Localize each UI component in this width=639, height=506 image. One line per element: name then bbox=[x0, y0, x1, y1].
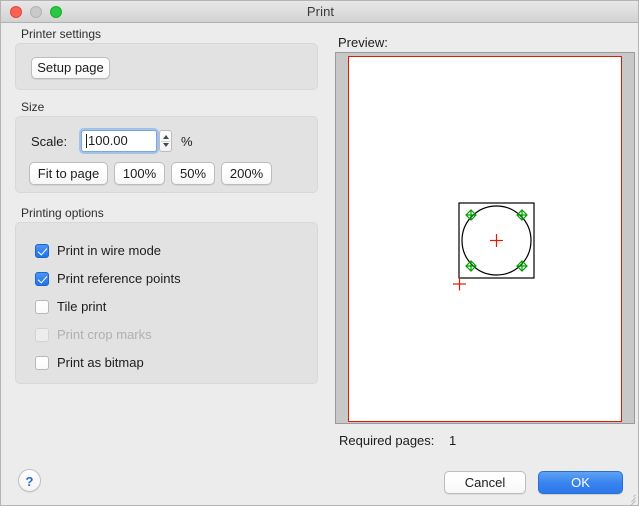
setup-page-button[interactable]: Setup page bbox=[31, 57, 110, 79]
checkbox-label: Print as bitmap bbox=[57, 355, 144, 370]
origin-crosshair-marker bbox=[453, 277, 466, 291]
reference-point-marker bbox=[465, 260, 477, 272]
window-title: Print bbox=[306, 4, 335, 19]
stepper-divider bbox=[161, 140, 170, 142]
reference-point-marker bbox=[465, 209, 477, 221]
checkbox-label: Print reference points bbox=[57, 271, 181, 286]
resize-grip[interactable] bbox=[624, 491, 636, 505]
checkbox-icon-unchecked[interactable] bbox=[35, 300, 49, 314]
printing-options-group-label: Printing options bbox=[21, 206, 104, 220]
required-pages-value: 1 bbox=[449, 433, 457, 448]
print-dialog-window: Print Printer settings Setup page Size S… bbox=[0, 0, 639, 506]
required-pages-label: Required pages: bbox=[339, 433, 435, 448]
checkbox-label: Tile print bbox=[57, 299, 107, 314]
scale-stepper[interactable] bbox=[159, 130, 172, 152]
printer-settings-group-label: Printer settings bbox=[21, 27, 102, 41]
preview-panel[interactable] bbox=[335, 52, 635, 424]
percent-label: % bbox=[181, 134, 193, 149]
scale-label: Scale: bbox=[31, 134, 68, 149]
center-crosshair-marker bbox=[490, 234, 503, 247]
checkbox-icon-unchecked-disabled bbox=[35, 328, 49, 342]
checkbox-label: Print in wire mode bbox=[57, 243, 162, 258]
checkbox-icon-unchecked[interactable] bbox=[35, 356, 49, 370]
stepper-down-icon[interactable] bbox=[162, 143, 169, 147]
preview-page bbox=[348, 56, 622, 422]
help-button[interactable]: ? bbox=[18, 469, 41, 492]
reference-point-marker bbox=[516, 260, 528, 272]
reference-point-marker bbox=[516, 209, 528, 221]
text-caret bbox=[86, 134, 87, 148]
preview-drawing bbox=[453, 202, 535, 291]
scale-200-button[interactable]: 200% bbox=[221, 162, 272, 185]
cancel-button[interactable]: Cancel bbox=[444, 471, 526, 494]
checkbox-icon-checked[interactable] bbox=[35, 272, 49, 286]
preview-label: Preview: bbox=[338, 35, 388, 50]
ok-button[interactable]: OK bbox=[538, 471, 623, 494]
checkbox-icon-checked[interactable] bbox=[35, 244, 49, 258]
scale-100-button[interactable]: 100% bbox=[114, 162, 165, 185]
stepper-up-icon[interactable] bbox=[162, 135, 169, 139]
scale-input[interactable]: 100.00 bbox=[81, 130, 157, 152]
scale-50-button[interactable]: 50% bbox=[171, 162, 215, 185]
title-bar: Print bbox=[1, 1, 638, 23]
size-group-label: Size bbox=[21, 100, 45, 114]
fit-to-page-button[interactable]: Fit to page bbox=[29, 162, 108, 185]
scale-input-value: 100.00 bbox=[88, 133, 128, 148]
checkbox-label: Print crop marks bbox=[57, 327, 152, 342]
